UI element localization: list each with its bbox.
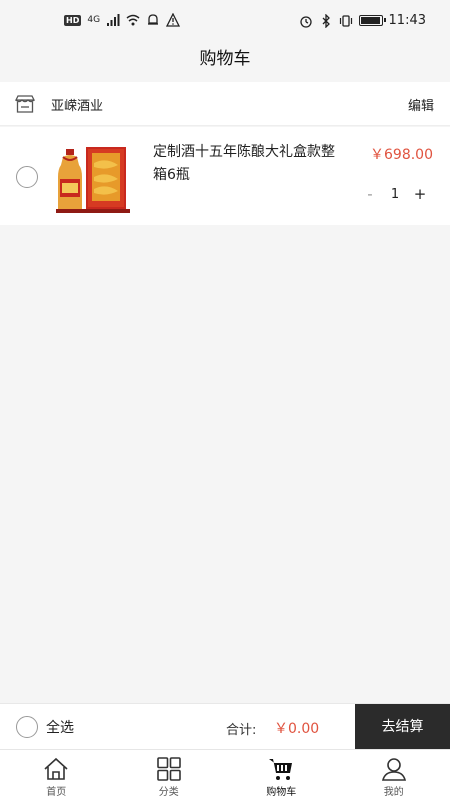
cart-item: 定制酒十五年陈酿大礼盒款整箱6瓶 ￥698.00 - 1 + [0, 127, 450, 225]
wifi-icon [126, 14, 140, 26]
network-type: 4G [87, 15, 101, 25]
vibrate-icon [339, 14, 352, 27]
store-icon [14, 95, 36, 113]
status-time: 11:43 [388, 13, 426, 28]
tab-label: 分类 [158, 787, 179, 798]
quantity-stepper: - 1 + [358, 185, 432, 203]
select-all-radio[interactable] [16, 716, 38, 738]
product-image[interactable] [52, 143, 132, 215]
tab-cart[interactable]: 购物车 [225, 750, 338, 800]
hd-indicator: HD [64, 14, 82, 26]
tab-label: 购物车 [266, 787, 297, 798]
page-title: 购物车 [199, 49, 251, 69]
tab-label: 我的 [383, 787, 404, 798]
warning-icon [166, 13, 181, 27]
product-price: ￥698.00 [370, 147, 433, 163]
checkout-button[interactable]: 去结算 [355, 704, 450, 750]
edit-button[interactable]: 编辑 [408, 95, 434, 114]
store-header: 亚嵘酒业 编辑 [0, 82, 450, 126]
bottom-tab-bar: 首页 分类 购物车 我的 [0, 749, 450, 800]
home-icon [44, 757, 68, 780]
bluetooth-icon [322, 13, 330, 28]
grid-icon [156, 757, 181, 781]
select-all-label[interactable]: 全选 [46, 717, 74, 737]
status-bar: HD 4G 11:43 [0, 0, 450, 40]
tab-label: 首页 [46, 787, 67, 798]
tab-home[interactable]: 首页 [0, 750, 113, 800]
signal-icon [107, 14, 120, 26]
notification-icon [148, 14, 159, 25]
decrease-button[interactable]: - [358, 185, 382, 203]
battery-icon [358, 15, 386, 26]
checkout-bar: 全选 合计: ￥0.00 去结算 [0, 703, 450, 750]
store-name[interactable]: 亚嵘酒业 [51, 95, 103, 114]
item-select-radio[interactable] [16, 166, 38, 188]
alarm-icon [299, 15, 312, 28]
cart-icon [269, 759, 293, 780]
quantity-value[interactable]: 1 [382, 187, 408, 202]
tab-category[interactable]: 分类 [113, 750, 226, 800]
product-title[interactable]: 定制酒十五年陈酿大礼盒款整箱6瓶 [153, 141, 348, 187]
total-value: ￥0.00 [274, 721, 320, 737]
tab-profile[interactable]: 我的 [338, 750, 450, 800]
total-label: 合计: [226, 723, 257, 738]
user-icon [381, 758, 406, 781]
increase-button[interactable]: + [408, 185, 432, 203]
